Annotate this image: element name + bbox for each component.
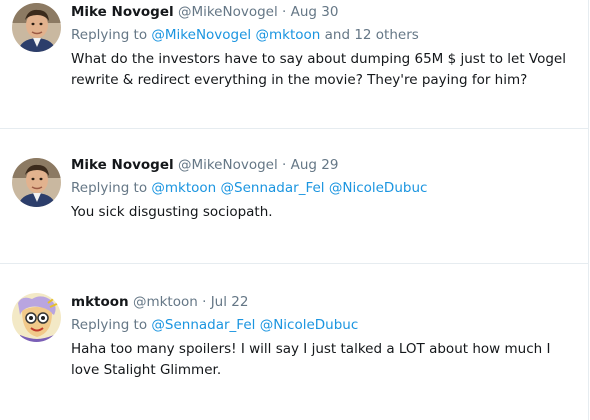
- mention-link[interactable]: @Sennadar_Fel: [221, 180, 325, 196]
- author-handle[interactable]: @MikeNovogel: [178, 157, 278, 173]
- replying-prefix: Replying to: [71, 317, 148, 333]
- mention-link[interactable]: @Sennadar_Fel: [151, 317, 255, 333]
- cartoon-avatar-icon: [12, 293, 61, 342]
- tweet-text: Haha too many spoilers! I will say I jus…: [71, 341, 551, 378]
- replying-prefix: Replying to: [71, 180, 148, 196]
- avatar[interactable]: [12, 3, 61, 52]
- author-handle[interactable]: @MikeNovogel: [178, 4, 278, 20]
- replying-to: Replying to @MikeNovogel @mktoon and 12 …: [71, 26, 580, 44]
- tweet-date[interactable]: Jul 22: [211, 294, 249, 310]
- author-handle[interactable]: @mktoon: [133, 294, 198, 310]
- tweet[interactable]: Mike Novogel @MikeNovogel · Aug 29 Reply…: [0, 129, 588, 264]
- separator: ·: [202, 294, 207, 310]
- others-count[interactable]: and 12 others: [325, 27, 419, 43]
- mention-link[interactable]: @mktoon: [255, 27, 320, 43]
- tweet-header: Mike Novogel @MikeNovogel · Aug 29: [71, 156, 580, 174]
- avatar[interactable]: [12, 158, 61, 207]
- mention-link[interactable]: @NicoleDubuc: [260, 317, 359, 333]
- tweet-date[interactable]: Aug 29: [291, 157, 339, 173]
- tweet[interactable]: mktoon @mktoon · Jul 22 Replying to @Sen…: [0, 264, 588, 420]
- mention-link[interactable]: @mktoon: [151, 180, 216, 196]
- separator: ·: [282, 4, 287, 20]
- tweet-feed: Mike Novogel @MikeNovogel · Aug 30 Reply…: [0, 0, 589, 420]
- author-name[interactable]: Mike Novogel: [71, 4, 174, 20]
- tweet-content: Mike Novogel @MikeNovogel · Aug 30 Reply…: [71, 3, 580, 91]
- avatar[interactable]: [12, 293, 61, 342]
- tweet-date[interactable]: Aug 30: [291, 4, 339, 20]
- replying-to: Replying to @mktoon @Sennadar_Fel @Nicol…: [71, 179, 580, 197]
- tweet-text: You sick disgusting sociopath.: [71, 204, 273, 220]
- profile-photo-icon: [12, 158, 61, 207]
- tweet-content: Mike Novogel @MikeNovogel · Aug 29 Reply…: [71, 156, 580, 223]
- profile-photo-icon: [12, 3, 61, 52]
- tweet-text: What do the investors have to say about …: [71, 51, 566, 88]
- author-name[interactable]: Mike Novogel: [71, 157, 174, 173]
- tweet-content: mktoon @mktoon · Jul 22 Replying to @Sen…: [71, 293, 580, 381]
- tweet-header: mktoon @mktoon · Jul 22: [71, 293, 580, 311]
- tweet-header: Mike Novogel @MikeNovogel · Aug 30: [71, 3, 580, 21]
- mention-link[interactable]: @MikeNovogel: [151, 27, 251, 43]
- replying-prefix: Replying to: [71, 27, 148, 43]
- separator: ·: [282, 157, 287, 173]
- replying-to: Replying to @Sennadar_Fel @NicoleDubuc: [71, 316, 580, 334]
- author-name[interactable]: mktoon: [71, 294, 129, 310]
- mention-link[interactable]: @NicoleDubuc: [329, 180, 428, 196]
- tweet[interactable]: Mike Novogel @MikeNovogel · Aug 30 Reply…: [0, 0, 588, 129]
